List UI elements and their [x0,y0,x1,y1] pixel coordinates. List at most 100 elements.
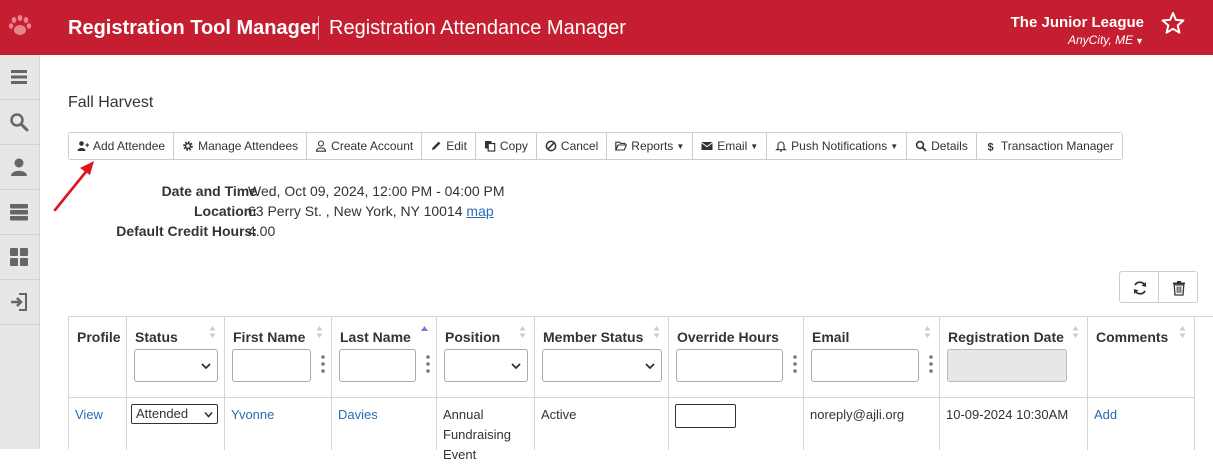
column-menu-icon[interactable] [426,354,430,374]
manage-attendees-button[interactable]: Manage Attendees [174,133,308,159]
user-icon [11,158,27,176]
org-location-label: AnyCity, ME [1067,33,1134,47]
sidebar-item-dashboard[interactable] [0,235,40,280]
cancel-button[interactable]: Cancel [536,133,608,159]
details-button[interactable]: Details [907,133,977,159]
sort-icon[interactable] [1179,325,1186,339]
sidebar-item-menu[interactable] [0,55,40,100]
sort-icon[interactable] [653,325,660,339]
sidebar [0,55,40,449]
caret-down-icon: ▼ [750,141,759,151]
column-title: Member Status [543,329,644,345]
edit-label: Edit [446,139,467,153]
push-notifications-label: Push Notifications [791,139,888,153]
sort-icon[interactable] [1072,325,1079,339]
app-title[interactable]: Registration Tool Manager [68,17,319,40]
attendance-grid: Profile View Status Attended First Name … [68,316,1213,462]
page-subtitle: Registration Attendance Manager [329,17,626,39]
member-status-value: Active [541,407,577,422]
map-link[interactable]: map [466,203,493,219]
sidebar-item-sign-in[interactable] [0,280,40,325]
sidebar-item-server[interactable] [0,190,40,235]
position-value: Annual Fundraising Event [443,405,511,465]
pencil-icon [432,141,441,150]
column-menu-icon[interactable] [321,354,325,374]
sort-icon[interactable] [519,325,526,339]
push-notifications-dropdown-button[interactable]: Push Notifications ▼ [767,133,908,159]
column-title: Profile [77,329,121,345]
paw-logo-icon[interactable] [8,14,32,38]
first-name-filter-input[interactable] [232,349,311,382]
status-select[interactable]: Attended [131,404,218,424]
column-first-name: First Name Yvonne [225,317,332,450]
date-time-value: Wed, Oct 09, 2024, 12:00 PM - 04:00 PM [248,183,505,199]
column-menu-icon[interactable] [929,354,933,374]
column-header-position[interactable]: Position [437,317,534,398]
org-name[interactable]: The Junior League [1011,14,1144,31]
column-header-profile[interactable]: Profile [69,317,126,398]
ban-icon [545,140,557,152]
column-registration-date: Registration Date 10-09-2024 10:30AM [940,317,1088,450]
transaction-manager-button[interactable]: $ Transaction Manager [976,133,1122,159]
edit-button[interactable]: Edit [422,133,476,159]
copy-button[interactable]: Copy [475,133,537,159]
override-hours-input[interactable] [675,404,736,428]
chevron-down-icon [645,363,655,370]
column-header-comments[interactable]: Comments [1088,317,1194,398]
trash-icon [1173,281,1185,296]
refresh-button[interactable] [1119,271,1159,303]
org-location-dropdown[interactable]: AnyCity, ME ▼ [1068,33,1144,47]
column-header-status[interactable]: Status [127,317,224,398]
column-title: Status [135,329,178,345]
column-header-first-name[interactable]: First Name [225,317,331,398]
star-icon[interactable] [1161,11,1185,35]
email-filter-input[interactable] [811,349,919,382]
details-label: Details [931,139,968,153]
column-email: Email noreply@ajli.org [804,317,940,450]
create-account-button[interactable]: Create Account [307,133,423,159]
profile-view-link[interactable]: View [75,405,103,425]
column-position: Position Annual Fundraising Event [437,317,535,462]
column-title: First Name [233,329,306,345]
override-hours-filter-input[interactable] [676,349,783,382]
sort-icon[interactable] [316,325,323,339]
email-value: noreply@ajli.org [810,407,905,422]
last-name-link[interactable]: Davies [338,405,378,425]
sidebar-item-search[interactable] [0,100,40,145]
registration-date-value: 10-09-2024 10:30AM [946,407,1069,422]
transaction-manager-label: Transaction Manager [1000,139,1114,153]
column-header-member-status[interactable]: Member Status [535,317,668,398]
first-name-link[interactable]: Yvonne [231,405,274,425]
sidebar-item-user[interactable] [0,145,40,190]
column-header-email[interactable]: Email [804,317,939,398]
sort-icon[interactable] [924,325,931,339]
member-status-filter-select[interactable] [542,349,662,382]
column-title: Comments [1096,329,1169,345]
sort-ascending-icon[interactable] [421,325,428,339]
position-filter-select[interactable] [444,349,528,382]
location-value: 63 Perry St. , New York, NY 10014 map [248,203,494,219]
sort-icon[interactable] [209,325,216,339]
registration-date-filter-input [947,349,1067,382]
position-line: Annual [443,407,484,422]
column-menu-icon[interactable] [793,354,797,374]
column-header-last-name[interactable]: Last Name [332,317,436,398]
column-last-name: Last Name Davies [332,317,437,450]
manage-attendees-label: Manage Attendees [198,139,299,153]
copy-label: Copy [499,139,528,153]
reports-dropdown-button[interactable]: Reports ▼ [607,133,694,159]
column-member-status: Member Status Active [535,317,669,450]
comments-add-link[interactable]: Add [1094,405,1117,425]
server-icon [10,204,28,221]
delete-button[interactable] [1158,271,1198,303]
column-header-registration-date[interactable]: Registration Date [940,317,1087,398]
title-divider [318,16,319,40]
status-filter-select[interactable] [134,349,218,382]
last-name-filter-input[interactable] [339,349,416,382]
column-profile: Profile View [69,317,127,450]
email-dropdown-button[interactable]: Email ▼ [693,133,768,159]
column-header-override-hours[interactable]: Override Hours [669,317,803,398]
caret-down-icon: ▼ [676,141,685,151]
reports-label: Reports [631,139,674,153]
column-title: Position [445,329,501,345]
